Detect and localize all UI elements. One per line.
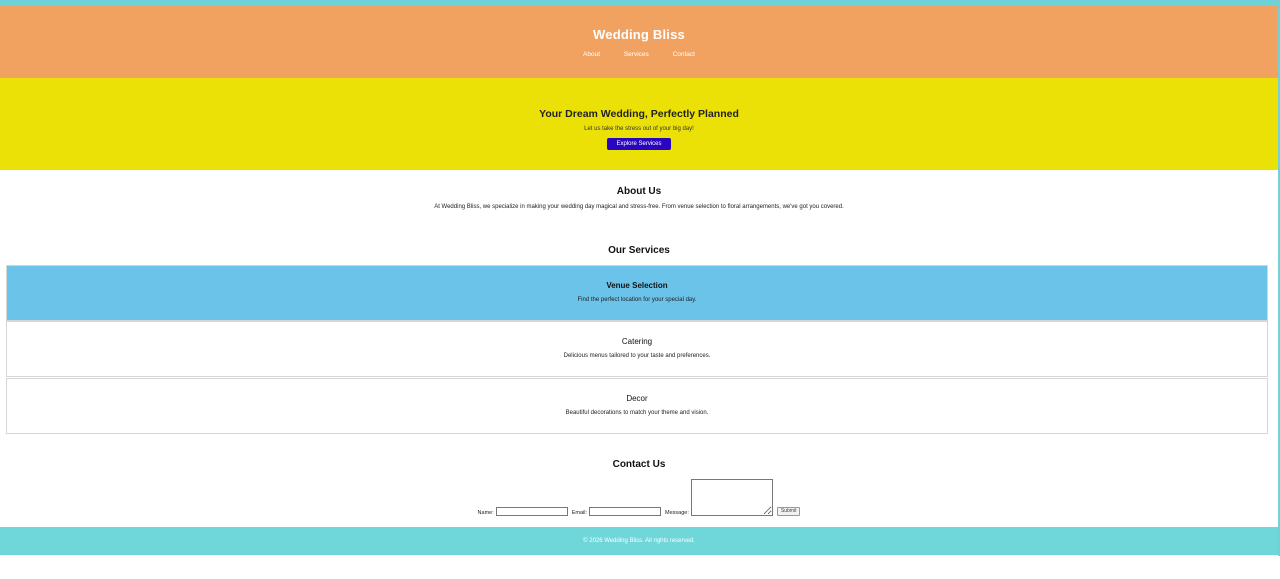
nav-link-services[interactable]: Services xyxy=(624,51,649,58)
submit-button[interactable]: Submit xyxy=(776,507,801,516)
hero-subtitle: Let us take the stress out of your big d… xyxy=(584,126,694,132)
email-input[interactable] xyxy=(589,507,662,516)
hero-section: Your Dream Wedding, Perfectly Planned Le… xyxy=(0,78,1278,170)
service-title: Catering xyxy=(621,337,653,346)
service-description: Delicious menus tailored to your taste a… xyxy=(563,353,711,359)
service-card-venue-selection: Venue Selection Find the perfect locatio… xyxy=(6,265,1268,321)
site-footer: © 2026 Wedding Bliss. All rights reserve… xyxy=(0,527,1278,555)
nav-link-contact[interactable]: Contact xyxy=(673,51,695,58)
main-nav: About Services Contact xyxy=(0,51,1278,58)
email-label: Email: xyxy=(571,510,588,516)
message-textarea[interactable] xyxy=(690,479,773,516)
service-title: Decor xyxy=(626,394,648,403)
about-text: At Wedding Bliss, we specialize in makin… xyxy=(434,204,844,210)
name-input[interactable] xyxy=(495,507,568,516)
message-label: Message: xyxy=(665,510,689,516)
name-label: Name: xyxy=(477,510,494,516)
site-header: Wedding Bliss About Services Contact xyxy=(0,6,1278,78)
footer-copyright: © 2026 Wedding Bliss. All rights reserve… xyxy=(583,538,695,544)
about-title: About Us xyxy=(616,186,662,197)
hero-title: Your Dream Wedding, Perfectly Planned xyxy=(539,108,739,120)
contact-form: Name: Email: Message: Submit xyxy=(0,479,1278,516)
service-description: Find the perfect location for your speci… xyxy=(577,297,697,303)
service-card-catering: Catering Delicious menus tailored to you… xyxy=(6,321,1268,377)
explore-services-button[interactable]: Explore Services xyxy=(607,138,671,150)
contact-form-row: Name: Email: Message: Submit xyxy=(478,479,801,516)
service-title: Venue Selection xyxy=(606,281,668,290)
about-section: About Us At Wedding Bliss, we specialize… xyxy=(0,186,1278,210)
site-title: Wedding Bliss xyxy=(593,27,685,42)
contact-title: Contact Us xyxy=(612,459,666,470)
service-description: Beautiful decorations to match your them… xyxy=(565,410,709,416)
services-title: Our Services xyxy=(608,245,670,256)
service-card-decor: Decor Beautiful decorations to match you… xyxy=(6,378,1268,434)
nav-link-about[interactable]: About xyxy=(583,51,600,58)
